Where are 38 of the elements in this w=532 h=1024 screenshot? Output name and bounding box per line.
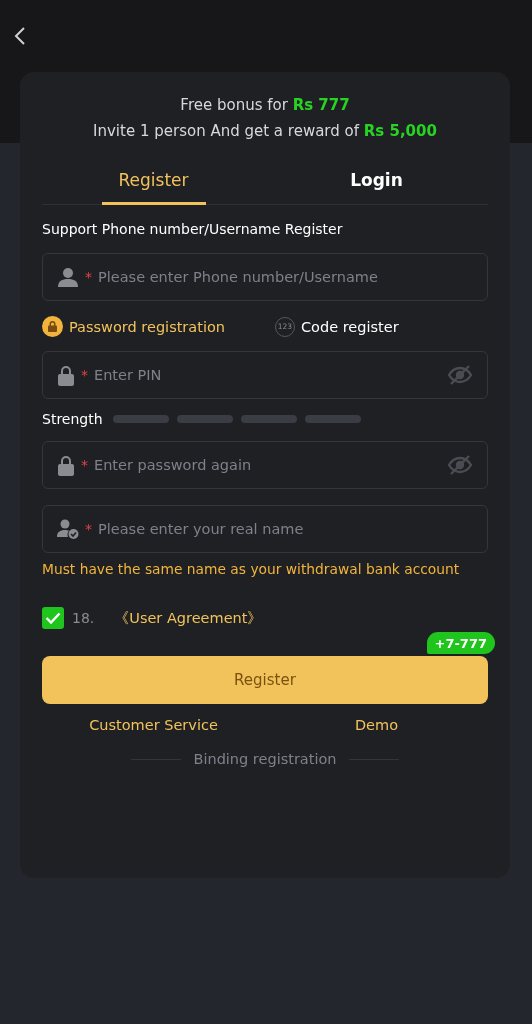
field-label: Support Phone number/Username Register [42, 221, 344, 237]
strength-segment [112, 415, 169, 423]
lock-icon [42, 316, 63, 337]
name-note: Must have the same name as your withdrawal bank account [42, 561, 461, 577]
agreement-checkbox[interactable] [42, 607, 64, 629]
promo-text: Free bonus for Rs 777 [179, 95, 351, 116]
user-agreement-link[interactable]: 《User Agreement》 [114, 608, 263, 628]
promo-text: Invite 1 person And get a reward of Rs 5,000 [92, 121, 438, 142]
strength-segment [176, 415, 233, 423]
input-field[interactable]: Enter password again [94, 457, 441, 473]
tab[interactable]: Register [42, 158, 265, 204]
mode-option[interactable]: Password registration [42, 316, 225, 337]
back-icon[interactable] [14, 26, 26, 46]
footer-link[interactable]: Customer Service [89, 717, 218, 733]
divider-text: Binding registration [193, 751, 337, 767]
age-text: 18. [72, 610, 95, 626]
text-field[interactable]: * Enter password again [42, 441, 488, 489]
input-field[interactable]: Please enter your real name [98, 521, 473, 537]
input-field[interactable]: Enter PIN [94, 367, 441, 383]
required-marker: * [85, 521, 92, 537]
text-field[interactable]: * Please enter Phone number/Username [42, 253, 488, 301]
footer-link[interactable]: Demo [354, 717, 399, 733]
tab[interactable]: Login [265, 158, 488, 204]
bonus-badge: +7-777 [426, 632, 495, 654]
input-field[interactable]: Please enter Phone number/Username [98, 269, 473, 285]
strength-label: Strength [42, 411, 103, 427]
required-marker: * [81, 367, 88, 383]
text-field[interactable]: * Please enter your real name [42, 505, 488, 553]
register-button[interactable]: Register [42, 656, 488, 704]
text-field[interactable]: * Enter PIN [42, 351, 488, 399]
required-marker: * [81, 457, 88, 473]
lock-icon [57, 364, 75, 386]
required-marker: * [85, 269, 92, 285]
user-check-icon [57, 519, 79, 539]
strength-segment [240, 415, 297, 423]
user-icon [57, 267, 79, 287]
strength-segment [304, 415, 361, 423]
lock-icon [57, 454, 75, 476]
